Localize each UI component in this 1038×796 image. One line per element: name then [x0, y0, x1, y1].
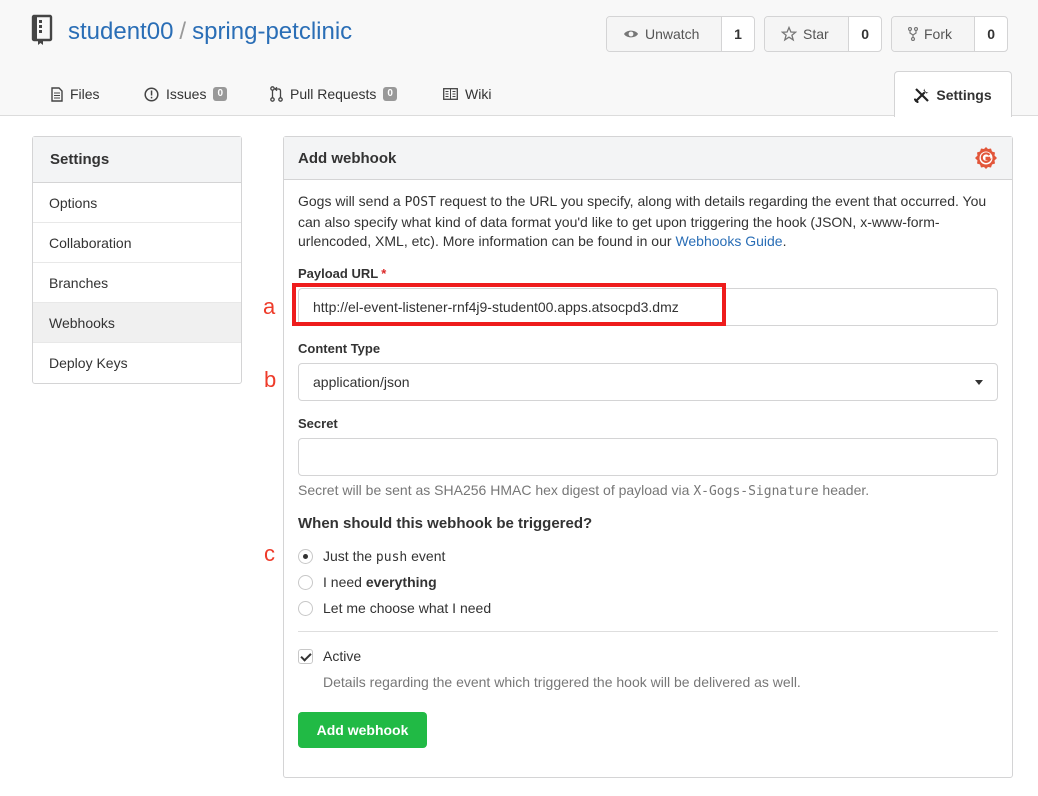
pull-request-icon: [270, 86, 283, 102]
tab-wiki[interactable]: Wiki: [443, 72, 491, 116]
sidebar-item-branches[interactable]: Branches: [33, 263, 241, 303]
tab-settings-label: Settings: [936, 86, 992, 103]
repo-separator: /: [179, 18, 187, 45]
repo-name-link[interactable]: spring-petclinic: [192, 18, 352, 45]
trigger-option-push[interactable]: Just the push event: [298, 548, 445, 565]
repo-icon: [31, 14, 53, 45]
secret-hint-header-code: X-Gogs-Signature: [693, 484, 819, 499]
issue-icon: [144, 86, 159, 102]
panel-title: Add webhook: [284, 137, 1012, 180]
fork-label: Fork: [924, 26, 952, 42]
repo-tabs: Files Issues 0 Pull Requests 0 Wiki: [0, 72, 1038, 116]
trigger-all-bold: everything: [365, 574, 437, 590]
content-type-label: Content Type: [298, 341, 381, 356]
secret-hint: Secret will be sent as SHA256 HMAC hex d…: [298, 482, 869, 499]
tab-wiki-label: Wiki: [465, 86, 492, 102]
add-webhook-panel: Add webhook Gogs will send a POST reques…: [283, 136, 1013, 778]
tab-issues-label: Issues: [166, 86, 207, 102]
trigger-push-code: push: [375, 550, 408, 565]
active-label: Active: [323, 648, 362, 664]
sidebar-item-options[interactable]: Options: [33, 183, 241, 223]
fork-button-group: Fork 0: [891, 16, 1008, 52]
description-end: .: [782, 233, 787, 249]
sidebar-item-collaboration[interactable]: Collaboration: [33, 223, 241, 263]
star-label: Star: [803, 26, 829, 42]
issues-count-badge: 0: [213, 87, 228, 101]
trigger-push-text-1: Just the: [323, 548, 376, 564]
payload-url-highlight-box: [292, 283, 726, 326]
book-icon: [443, 88, 458, 100]
trigger-all-text: I need: [323, 574, 366, 590]
active-hint: Details regarding the event which trigge…: [323, 674, 801, 690]
content-type-value: application/json: [313, 374, 410, 390]
fork-count[interactable]: 0: [975, 17, 1007, 51]
radio-push[interactable]: [298, 549, 313, 564]
tab-issues[interactable]: Issues 0: [144, 72, 228, 116]
required-asterisk: *: [381, 266, 387, 281]
annotation-c: c: [264, 541, 275, 566]
description-method: POST: [404, 195, 436, 210]
form-divider: [298, 631, 998, 632]
trigger-all-label: I need everything: [323, 574, 437, 590]
trigger-option-everything[interactable]: I need everything: [298, 574, 437, 590]
file-icon: [51, 86, 63, 102]
unwatch-label: Unwatch: [645, 26, 700, 42]
secret-hint-text-2: header.: [818, 482, 870, 498]
trigger-choose-label: Let me choose what I need: [323, 600, 492, 616]
secret-label: Secret: [298, 416, 338, 431]
trigger-option-choose[interactable]: Let me choose what I need: [298, 600, 491, 616]
tab-files-label: Files: [70, 86, 100, 102]
watch-count[interactable]: 1: [722, 17, 754, 51]
trigger-question: When should this webhook be triggered?: [298, 515, 593, 532]
pulls-count-badge: 0: [383, 87, 397, 101]
repo-title: student00/spring-petclinic: [68, 18, 352, 46]
sidebar-title: Settings: [33, 137, 241, 183]
tools-icon: [914, 87, 930, 103]
sidebar-item-webhooks[interactable]: Webhooks: [33, 303, 241, 343]
unwatch-button[interactable]: Unwatch: [607, 17, 722, 51]
star-button-group: Star 0: [764, 16, 882, 52]
trigger-push-text-2: event: [407, 548, 446, 564]
add-webhook-button[interactable]: Add webhook: [298, 712, 427, 748]
trigger-push-label: Just the push event: [323, 548, 445, 565]
radio-everything[interactable]: [298, 574, 313, 590]
payload-url-label: Payload URL *: [298, 266, 386, 281]
star-button[interactable]: Star: [765, 17, 850, 51]
secret-input[interactable]: [298, 438, 998, 476]
description-text-1: Gogs will send a: [298, 193, 405, 209]
star-count[interactable]: 0: [849, 17, 881, 51]
fork-icon: [908, 27, 918, 41]
star-icon: [781, 26, 797, 42]
active-checkbox-row[interactable]: Active: [298, 648, 361, 664]
tab-pull-requests-label: Pull Requests: [290, 86, 377, 102]
annotation-a: a: [263, 294, 276, 319]
eye-icon: [624, 30, 638, 38]
webhooks-guide-link[interactable]: Webhooks Guide: [675, 233, 782, 249]
tab-pull-requests[interactable]: Pull Requests 0: [270, 72, 397, 116]
fork-button[interactable]: Fork: [892, 17, 976, 51]
secret-hint-text-1: Secret will be sent as SHA256 HMAC hex d…: [298, 482, 694, 498]
tab-files[interactable]: Files: [51, 72, 100, 116]
radio-choose[interactable]: [298, 600, 313, 616]
payload-url-label-text: Payload URL: [298, 266, 379, 281]
watch-button-group: Unwatch 1: [606, 16, 755, 52]
annotation-b: b: [264, 367, 277, 392]
gogs-logo-icon: [975, 147, 997, 169]
caret-down-icon: [975, 380, 983, 385]
tab-settings[interactable]: Settings: [894, 71, 1012, 117]
active-checkbox[interactable]: [298, 648, 313, 664]
content-type-select[interactable]: application/json: [298, 363, 998, 401]
repo-header: student00/spring-petclinic Unwatch 1 Sta…: [0, 0, 1038, 117]
repo-owner-link[interactable]: student00: [68, 18, 173, 45]
webhook-description: Gogs will send a POST request to the URL…: [298, 192, 1003, 252]
sidebar-item-deploy-keys[interactable]: Deploy Keys: [33, 343, 241, 383]
settings-sidebar: Settings Options Collaboration Branches …: [32, 136, 242, 384]
